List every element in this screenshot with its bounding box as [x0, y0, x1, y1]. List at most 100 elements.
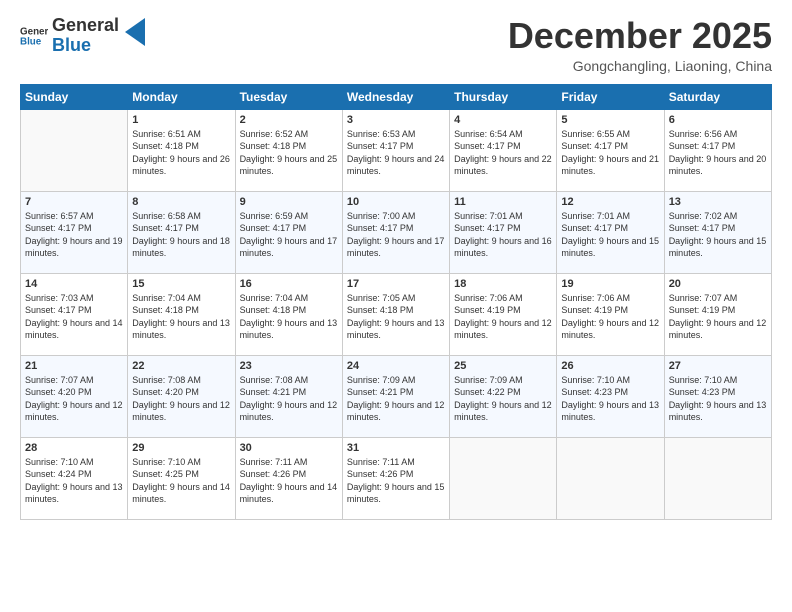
day-info: Sunrise: 6:58 AMSunset: 4:17 PMDaylight:…	[132, 211, 230, 259]
day-number: 5	[561, 114, 659, 126]
day-info: Sunrise: 6:59 AMSunset: 4:17 PMDaylight:…	[240, 211, 338, 259]
calendar-cell: 24Sunrise: 7:09 AMSunset: 4:21 PMDayligh…	[342, 355, 449, 437]
calendar-cell: 28Sunrise: 7:10 AMSunset: 4:24 PMDayligh…	[21, 437, 128, 519]
calendar-cell: 7 Sunrise: 6:57 AMSunset: 4:17 PMDaylight…	[21, 191, 128, 273]
calendar-cell: 23 Sunrise: 7:08 AMSunset: 4:21 PMDayligh…	[235, 355, 342, 437]
day-info: Sunrise: 7:06 AMSunset: 4:19 PMDaylight:…	[561, 293, 659, 341]
day-number: 2	[240, 114, 338, 126]
logo-blue-text: Blue	[52, 36, 119, 56]
calendar-week-row: 7 Sunrise: 6:57 AMSunset: 4:17 PMDaylight…	[21, 191, 772, 273]
day-number: 17	[347, 278, 445, 290]
day-info: Sunrise: 7:07 AMSunset: 4:19 PMDaylight:…	[669, 293, 767, 341]
calendar-cell: 15Sunrise: 7:04 AMSunset: 4:18 PMDayligh…	[128, 273, 235, 355]
location-subtitle: Gongchangling, Liaoning, China	[508, 58, 772, 74]
calendar-week-row: 1 Sunrise: 6:51 AMSunset: 4:18 PMDaylight…	[21, 109, 772, 191]
calendar-cell: 17 Sunrise: 7:05 AMSunset: 4:18 PMDayligh…	[342, 273, 449, 355]
calendar-cell: 19 Sunrise: 7:06 AMSunset: 4:19 PMDayligh…	[557, 273, 664, 355]
calendar-cell: 6 Sunrise: 6:56 AMSunset: 4:17 PMDaylight…	[664, 109, 771, 191]
day-number: 13	[669, 196, 767, 208]
day-number: 30	[240, 442, 338, 454]
calendar-header-day: Sunday	[21, 84, 128, 109]
calendar-cell: 22Sunrise: 7:08 AMSunset: 4:20 PMDayligh…	[128, 355, 235, 437]
svg-text:Blue: Blue	[20, 36, 42, 47]
calendar-cell: 29 Sunrise: 7:10 AMSunset: 4:25 PMDayligh…	[128, 437, 235, 519]
calendar-cell: 1 Sunrise: 6:51 AMSunset: 4:18 PMDaylight…	[128, 109, 235, 191]
day-number: 20	[669, 278, 767, 290]
calendar-table: SundayMondayTuesdayWednesdayThursdayFrid…	[20, 84, 772, 520]
day-info: Sunrise: 6:57 AMSunset: 4:17 PMDaylight:…	[25, 211, 123, 259]
calendar-cell: 31 Sunrise: 7:11 AMSunset: 4:26 PMDayligh…	[342, 437, 449, 519]
calendar-cell	[450, 437, 557, 519]
day-info: Sunrise: 6:55 AMSunset: 4:17 PMDaylight:…	[561, 129, 659, 177]
day-info: Sunrise: 6:52 AMSunset: 4:18 PMDaylight:…	[240, 129, 338, 177]
day-number: 14	[25, 278, 123, 290]
calendar-header-day: Wednesday	[342, 84, 449, 109]
calendar-header-day: Thursday	[450, 84, 557, 109]
day-info: Sunrise: 7:05 AMSunset: 4:18 PMDaylight:…	[347, 293, 445, 341]
day-info: Sunrise: 6:51 AMSunset: 4:18 PMDaylight:…	[132, 129, 230, 177]
day-number: 23	[240, 360, 338, 372]
day-number: 6	[669, 114, 767, 126]
calendar-cell: 20 Sunrise: 7:07 AMSunset: 4:19 PMDayligh…	[664, 273, 771, 355]
calendar-cell: 2 Sunrise: 6:52 AMSunset: 4:18 PMDaylight…	[235, 109, 342, 191]
day-info: Sunrise: 7:09 AMSunset: 4:21 PMDaylight:…	[347, 375, 445, 423]
title-block: December 2025 Gongchangling, Liaoning, C…	[508, 16, 772, 74]
calendar-cell: 21Sunrise: 7:07 AMSunset: 4:20 PMDayligh…	[21, 355, 128, 437]
calendar-cell: 10 Sunrise: 7:00 AMSunset: 4:17 PMDayligh…	[342, 191, 449, 273]
calendar-cell: 30Sunrise: 7:11 AMSunset: 4:26 PMDayligh…	[235, 437, 342, 519]
logo: General Blue General Blue	[20, 16, 145, 56]
logo-general-text: General	[52, 16, 119, 36]
calendar-cell: 18 Sunrise: 7:06 AMSunset: 4:19 PMDayligh…	[450, 273, 557, 355]
day-number: 7	[25, 196, 123, 208]
day-number: 19	[561, 278, 659, 290]
day-number: 10	[347, 196, 445, 208]
calendar-week-row: 14 Sunrise: 7:03 AMSunset: 4:17 PMDayligh…	[21, 273, 772, 355]
day-info: Sunrise: 6:56 AMSunset: 4:17 PMDaylight:…	[669, 129, 767, 177]
calendar-cell: 8 Sunrise: 6:58 AMSunset: 4:17 PMDaylight…	[128, 191, 235, 273]
day-info: Sunrise: 7:00 AMSunset: 4:17 PMDaylight:…	[347, 211, 445, 259]
calendar-header-day: Saturday	[664, 84, 771, 109]
day-info: Sunrise: 7:10 AMSunset: 4:25 PMDaylight:…	[132, 457, 230, 505]
calendar-cell: 25 Sunrise: 7:09 AMSunset: 4:22 PMDayligh…	[450, 355, 557, 437]
calendar-cell: 27Sunrise: 7:10 AMSunset: 4:23 PMDayligh…	[664, 355, 771, 437]
day-number: 16	[240, 278, 338, 290]
header-row: General Blue General Blue December 2025 …	[20, 16, 772, 74]
day-number: 26	[561, 360, 659, 372]
day-number: 22	[132, 360, 230, 372]
day-info: Sunrise: 6:54 AMSunset: 4:17 PMDaylight:…	[454, 129, 552, 177]
calendar-cell: 13Sunrise: 7:02 AMSunset: 4:17 PMDayligh…	[664, 191, 771, 273]
calendar-header-day: Friday	[557, 84, 664, 109]
day-number: 12	[561, 196, 659, 208]
day-info: Sunrise: 7:11 AMSunset: 4:26 PMDaylight:…	[347, 457, 445, 505]
day-info: Sunrise: 7:10 AMSunset: 4:23 PMDaylight:…	[561, 375, 659, 423]
day-info: Sunrise: 7:01 AMSunset: 4:17 PMDaylight:…	[454, 211, 552, 259]
day-info: Sunrise: 7:03 AMSunset: 4:17 PMDaylight:…	[25, 293, 123, 341]
calendar-week-row: 21Sunrise: 7:07 AMSunset: 4:20 PMDayligh…	[21, 355, 772, 437]
day-number: 29	[132, 442, 230, 454]
calendar-header-row: SundayMondayTuesdayWednesdayThursdayFrid…	[21, 84, 772, 109]
day-number: 1	[132, 114, 230, 126]
calendar-week-row: 28Sunrise: 7:10 AMSunset: 4:24 PMDayligh…	[21, 437, 772, 519]
day-number: 8	[132, 196, 230, 208]
calendar-cell: 5 Sunrise: 6:55 AMSunset: 4:17 PMDaylight…	[557, 109, 664, 191]
month-title: December 2025	[508, 16, 772, 56]
day-info: Sunrise: 7:09 AMSunset: 4:22 PMDaylight:…	[454, 375, 552, 423]
day-number: 18	[454, 278, 552, 290]
calendar-cell: 3 Sunrise: 6:53 AMSunset: 4:17 PMDaylight…	[342, 109, 449, 191]
day-info: Sunrise: 7:10 AMSunset: 4:23 PMDaylight:…	[669, 375, 767, 423]
calendar-cell: 26 Sunrise: 7:10 AMSunset: 4:23 PMDayligh…	[557, 355, 664, 437]
day-number: 9	[240, 196, 338, 208]
day-info: Sunrise: 7:08 AMSunset: 4:21 PMDaylight:…	[240, 375, 338, 423]
calendar-cell: 12 Sunrise: 7:01 AMSunset: 4:17 PMDayligh…	[557, 191, 664, 273]
day-info: Sunrise: 6:53 AMSunset: 4:17 PMDaylight:…	[347, 129, 445, 177]
day-info: Sunrise: 7:01 AMSunset: 4:17 PMDaylight:…	[561, 211, 659, 259]
day-info: Sunrise: 7:10 AMSunset: 4:24 PMDaylight:…	[25, 457, 123, 505]
day-info: Sunrise: 7:04 AMSunset: 4:18 PMDaylight:…	[240, 293, 338, 341]
logo-icon: General Blue	[20, 22, 48, 50]
day-info: Sunrise: 7:06 AMSunset: 4:19 PMDaylight:…	[454, 293, 552, 341]
day-number: 25	[454, 360, 552, 372]
day-number: 3	[347, 114, 445, 126]
main-container: General Blue General Blue December 2025 …	[0, 0, 792, 530]
day-number: 31	[347, 442, 445, 454]
calendar-cell	[557, 437, 664, 519]
